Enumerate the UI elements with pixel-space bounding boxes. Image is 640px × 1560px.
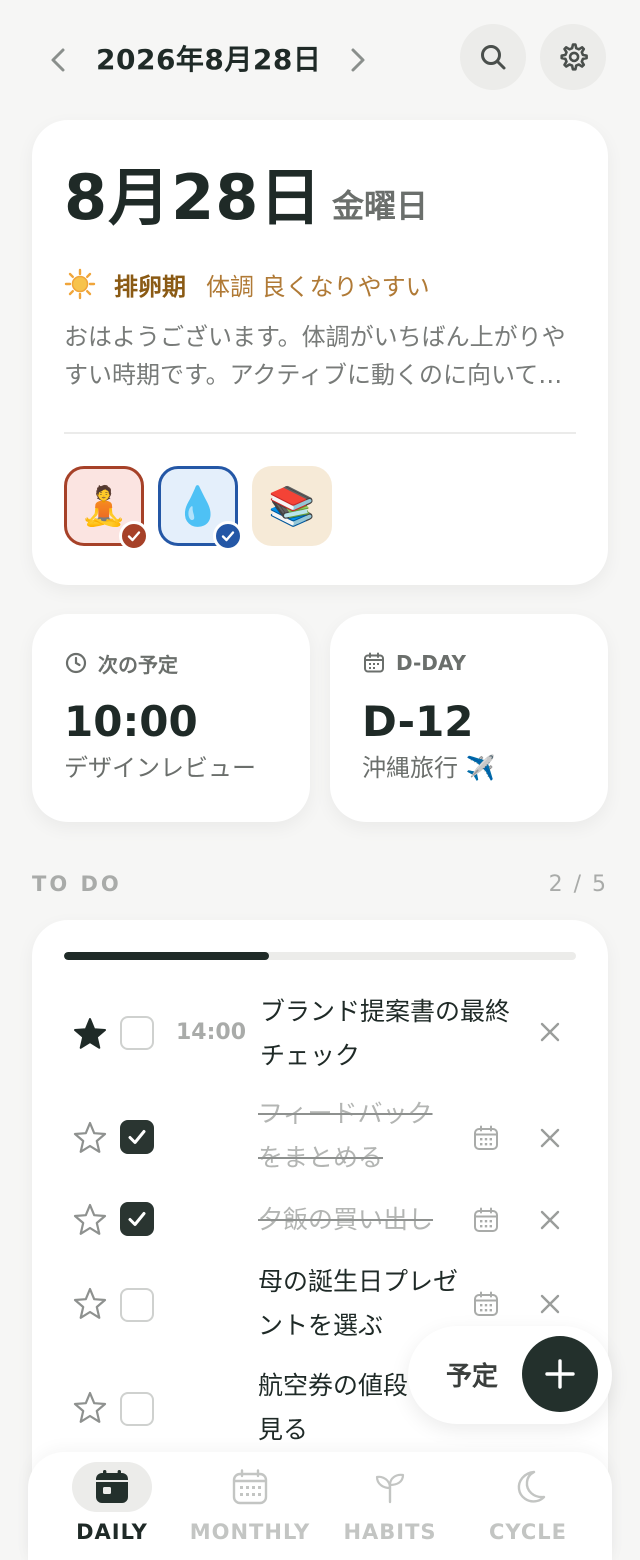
add-button[interactable] <box>522 1336 598 1412</box>
chevron-left-icon <box>51 48 65 72</box>
tab-cycle[interactable]: CYCLE <box>458 1462 598 1554</box>
todo-count: 2 / 5 <box>548 872 608 897</box>
phase-description: 体調 良くなりやすい <box>206 272 430 301</box>
greeting-message: おはようございます。体調がいちばん上がりやすい時期です。アクティブに動くのに向い… <box>64 323 566 389</box>
star-outline-icon[interactable] <box>72 1390 108 1426</box>
habit-done-badge <box>213 521 243 551</box>
dday-title: 沖縄旅行 ✈️ <box>362 754 496 782</box>
top-bar: 2026年8月28日 <box>0 24 640 96</box>
tab-monthly[interactable]: MONTHLY <box>180 1462 320 1554</box>
todo-checkbox[interactable] <box>120 1202 154 1236</box>
clock-icon <box>65 652 87 674</box>
gear-icon <box>560 43 588 71</box>
add-event-label[interactable]: 予定 <box>446 1356 498 1393</box>
next-event-title: デザインレビュー <box>64 754 256 782</box>
todo-progress-bar <box>64 952 576 960</box>
todo-checkbox[interactable] <box>120 1392 154 1426</box>
plus-icon <box>545 1359 575 1389</box>
next-day-button[interactable] <box>340 42 376 78</box>
habit-water[interactable]: 💧 <box>158 466 243 551</box>
dday-label: D-DAY <box>396 651 466 675</box>
todo-text: フィードバックをまとめる <box>258 1099 433 1172</box>
tab-cycle-label: CYCLE <box>488 1520 567 1544</box>
dday-header: D-DAY <box>362 650 466 676</box>
today-card: 8月28日 金曜日 排卵期 体調 良くなりやすい おはようございます。体調がいち… <box>32 120 608 585</box>
close-icon[interactable] <box>536 1018 564 1046</box>
todo-time: 14:00 <box>176 1020 247 1045</box>
search-icon <box>481 45 506 70</box>
tab-daily[interactable]: DAILY <box>42 1462 182 1554</box>
habit-reading[interactable]: 📚 <box>252 466 332 546</box>
phase-name: 排卵期 <box>114 272 186 301</box>
calendar-icon[interactable] <box>472 1124 500 1152</box>
check-icon <box>221 531 235 542</box>
todo-title: TO DO <box>32 872 122 896</box>
todo-item[interactable]: フィードバックをまとめる <box>32 1092 608 1184</box>
todo-section-header: TO DO 2 / 5 <box>32 872 608 900</box>
close-icon[interactable] <box>536 1124 564 1152</box>
todo-text: 夕飯の買い出し <box>258 1205 434 1234</box>
bottom-tab-bar: DAILY MONTHLY HABITS CYCLE <box>28 1452 612 1560</box>
calendar-icon[interactable] <box>472 1290 500 1318</box>
settings-button[interactable] <box>540 24 606 90</box>
todo-checkbox[interactable] <box>120 1120 154 1154</box>
sprout-icon <box>375 1473 405 1504</box>
todo-item[interactable]: 14:00 ブランド提案書の最終チェック <box>32 984 608 1088</box>
star-filled-icon[interactable] <box>72 1016 108 1052</box>
next-event-card[interactable]: 次の予定 10:00 デザインレビュー <box>32 614 310 822</box>
divider <box>64 432 576 434</box>
moon-icon <box>517 1470 546 1503</box>
tab-daily-label: DAILY <box>76 1520 148 1544</box>
todo-checkbox[interactable] <box>120 1016 154 1050</box>
dday-card[interactable]: D-DAY D-12 沖縄旅行 ✈️ <box>330 614 608 822</box>
tab-monthly-icon-wrap <box>210 1462 290 1512</box>
add-event-fab: 予定 <box>408 1326 612 1424</box>
chevron-right-icon <box>351 48 365 72</box>
search-button[interactable] <box>460 24 526 90</box>
tab-monthly-label: MONTHLY <box>189 1520 311 1544</box>
todo-text: ブランド提案書の最終チェック <box>260 997 511 1070</box>
calendar-icon <box>364 652 384 673</box>
habit-meditation[interactable]: 🧘 <box>64 466 149 551</box>
water-drop-icon: 💧 <box>174 483 222 528</box>
books-icon: 📚 <box>268 483 316 528</box>
check-icon <box>127 531 141 542</box>
tab-habits[interactable]: HABITS <box>320 1462 460 1554</box>
next-event-label: 次の予定 <box>98 652 178 677</box>
star-outline-icon[interactable] <box>72 1202 108 1238</box>
current-date[interactable]: 2026年8月28日 <box>96 38 321 82</box>
check-icon <box>128 1212 146 1226</box>
cycle-phase: 排卵期 体調 良くなりやすい <box>64 266 430 302</box>
today-weekday: 金曜日 <box>332 187 429 225</box>
calendar-icon[interactable] <box>472 1206 500 1234</box>
todo-checkbox[interactable] <box>120 1288 154 1322</box>
prev-day-button[interactable] <box>40 42 76 78</box>
todo-progress-fill <box>64 952 269 960</box>
next-event-time: 10:00 <box>64 697 198 746</box>
star-outline-icon[interactable] <box>72 1120 108 1156</box>
sun-icon <box>64 268 96 300</box>
todo-item[interactable]: 夕飯の買い出し <box>32 1198 608 1246</box>
check-icon <box>128 1130 146 1144</box>
tab-daily-icon-wrap <box>72 1462 152 1512</box>
tab-cycle-icon-wrap <box>488 1462 568 1512</box>
close-icon[interactable] <box>536 1290 564 1318</box>
close-icon[interactable] <box>536 1206 564 1234</box>
tab-habits-icon-wrap <box>350 1462 430 1512</box>
habit-done-badge <box>119 521 149 551</box>
today-date: 8月28日 <box>64 161 323 234</box>
meditation-icon: 🧘 <box>80 483 128 528</box>
calendar-month-icon <box>232 1469 268 1505</box>
tab-habits-label: HABITS <box>343 1520 437 1544</box>
next-event-header: 次の予定 <box>64 650 178 677</box>
star-outline-icon[interactable] <box>72 1286 108 1322</box>
dday-value: D-12 <box>362 697 474 746</box>
calendar-day-icon <box>96 1470 128 1503</box>
